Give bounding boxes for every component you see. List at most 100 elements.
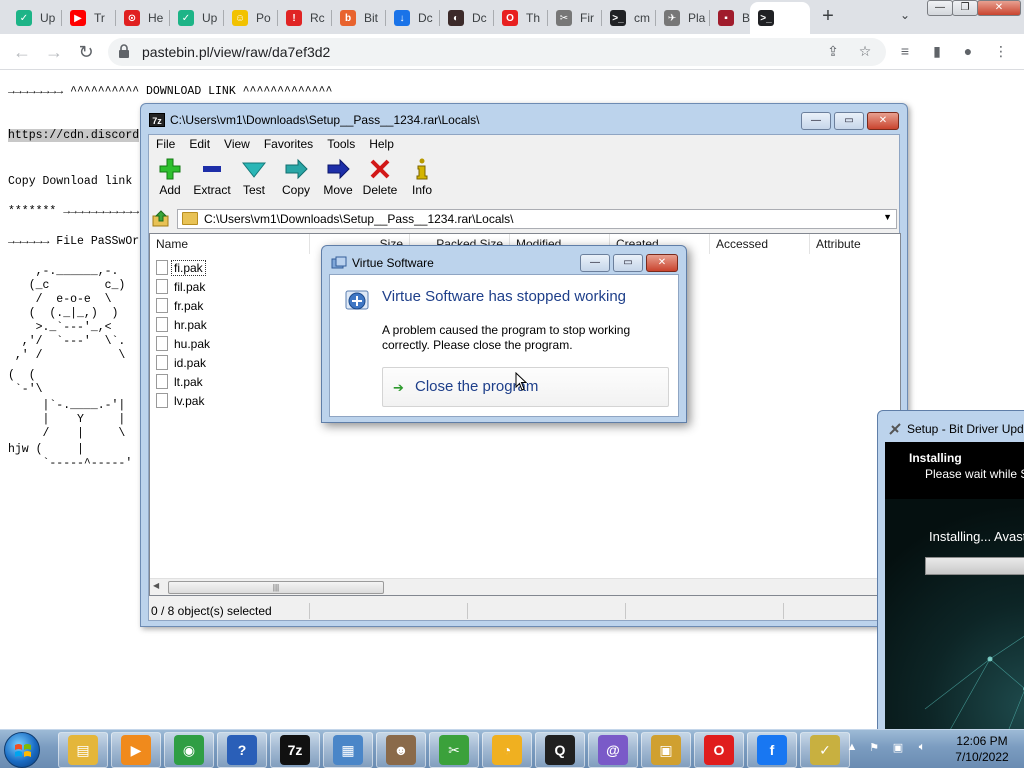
horizontal-scrollbar[interactable]: ◀ |||	[150, 578, 900, 595]
taskbar-button-chrome[interactable]: ◉	[164, 732, 214, 768]
browser-tab[interactable]: ✈ Pla	[656, 4, 708, 32]
more-menu-icon[interactable]: ⋮	[992, 43, 1010, 61]
setup-banner-title: Installing	[909, 451, 962, 465]
minimize-button[interactable]: —	[801, 112, 831, 130]
close-button[interactable]: ✕	[867, 112, 899, 130]
taskbar-button-setup[interactable]: ✓	[800, 732, 850, 768]
tab-favicon-icon: ↓	[394, 10, 410, 26]
taskbar-button-opera[interactable]: O	[694, 732, 744, 768]
column-header[interactable]: Name	[150, 234, 310, 254]
browser-tab[interactable]: ☺ Po	[224, 4, 276, 32]
file-icon	[156, 336, 168, 351]
file-row[interactable]: fil.pak	[156, 277, 207, 296]
tab-title: Up	[202, 11, 218, 25]
bookmark-star-icon[interactable]: ☆	[856, 43, 874, 61]
taskbar-button-explorer[interactable]: ▤	[58, 732, 108, 768]
file-name: fil.pak	[174, 279, 206, 294]
clock-date[interactable]: 7/10/2022	[942, 750, 1022, 764]
browser-tab[interactable]: ✂ Fir	[548, 4, 600, 32]
taskbar-button-archive[interactable]: ▣	[641, 732, 691, 768]
dialog-maximize-button[interactable]: ▭	[613, 254, 643, 272]
action-center-icon[interactable]: ⚑	[866, 741, 882, 757]
dialog-close-button[interactable]: ✕	[646, 254, 678, 272]
browser-tab[interactable]: ! Rc	[278, 4, 330, 32]
media-control-icon[interactable]: ≡	[896, 43, 914, 61]
add-button[interactable]: Add	[149, 157, 191, 201]
tab-search-button[interactable]: ⌄	[896, 8, 914, 26]
taskbar-button-facebook[interactable]: f	[747, 732, 797, 768]
network-icon[interactable]: ▣	[890, 741, 906, 757]
dropdown-arrow-icon[interactable]: ▼	[883, 212, 892, 222]
path-combobox[interactable]: C:\Users\vm1\Downloads\Setup__Pass__1234…	[177, 209, 897, 229]
copy-button[interactable]: Copy	[275, 157, 317, 201]
taskbar-button-tools[interactable]: ✂	[429, 732, 479, 768]
move-button[interactable]: Move	[317, 157, 359, 201]
menu-item[interactable]: Tools	[320, 135, 362, 155]
dialog-minimize-button[interactable]: —	[580, 254, 610, 272]
column-header[interactable]: Attribute	[810, 234, 900, 254]
window-minimize-button[interactable]: —	[927, 0, 953, 16]
menu-item[interactable]: Favorites	[257, 135, 320, 155]
menu-item[interactable]: Help	[362, 135, 401, 155]
file-row[interactable]: hr.pak	[156, 315, 209, 334]
column-header[interactable]: Accessed	[710, 234, 810, 254]
clock-time[interactable]: 12:06 PM	[942, 734, 1022, 748]
taskbar-button-bitwarden[interactable]: ◔	[482, 732, 532, 768]
delete-button[interactable]: Delete	[359, 157, 401, 201]
tab-title: Tr	[94, 11, 105, 25]
share-icon[interactable]: ⇪	[824, 43, 842, 61]
browser-tab[interactable]: ◐ Dc	[440, 4, 492, 32]
browser-tab[interactable]: ✓ Up	[170, 4, 222, 32]
browser-tab[interactable]: ⊙ He	[116, 4, 168, 32]
file-row[interactable]: fi.pak	[156, 258, 206, 277]
scroll-thumb[interactable]: |||	[168, 581, 384, 594]
url-text: pastebin.pl/view/raw/da7ef3d2	[142, 44, 331, 60]
taskbar-button-help[interactable]: ?	[217, 732, 267, 768]
taskbar-button-users[interactable]: ☻	[376, 732, 426, 768]
media-icon: ▶	[121, 735, 151, 765]
tab-favicon-icon: ▶	[70, 10, 86, 26]
browser-tab[interactable]: ▶ Tr	[62, 4, 114, 32]
volume-icon[interactable]: 🔈︎	[914, 741, 930, 757]
taskbar-button-q[interactable]: Q	[535, 732, 585, 768]
browser-tab[interactable]: ↓ Dc	[386, 4, 438, 32]
setup-window: Setup - Bit Driver Updater Installing Pl…	[877, 410, 1024, 735]
back-icon[interactable]: ←	[10, 40, 34, 64]
browser-tab[interactable]: b Bit	[332, 4, 384, 32]
opera-icon: O	[704, 735, 734, 765]
side-panel-icon[interactable]: ▮	[928, 43, 946, 61]
window-close-button[interactable]: ✕	[977, 0, 1021, 16]
taskbar-button-media[interactable]: ▶	[111, 732, 161, 768]
file-row[interactable]: fr.pak	[156, 296, 205, 315]
forward-icon[interactable]: →	[42, 40, 66, 64]
browser-tab[interactable]: >_	[750, 2, 810, 34]
file-row[interactable]: hu.pak	[156, 334, 212, 353]
browser-tab[interactable]: ✓ Up	[8, 4, 60, 32]
maximize-button[interactable]: ▭	[834, 112, 864, 130]
browser-tab[interactable]: O Th	[494, 4, 546, 32]
menu-item[interactable]: View	[217, 135, 257, 155]
file-row[interactable]: lv.pak	[156, 391, 206, 410]
extract-button[interactable]: Extract	[191, 157, 233, 201]
folder-up-icon[interactable]	[152, 210, 170, 228]
test-button[interactable]: Test	[233, 157, 275, 201]
scroll-left-icon[interactable]: ◀	[153, 581, 159, 590]
bitwarden-icon: ◔	[492, 735, 522, 765]
taskbar-button-7zip[interactable]: 7z	[270, 732, 320, 768]
info-button[interactable]: Info	[401, 157, 443, 201]
profile-avatar-icon[interactable]: ●	[959, 43, 977, 61]
reload-icon[interactable]: ↻	[74, 40, 98, 64]
new-tab-button[interactable]: +	[816, 4, 840, 28]
taskbar-button-control[interactable]: ▦	[323, 732, 373, 768]
window-restore-button[interactable]: ❐	[952, 0, 978, 16]
taskbar-button-mail[interactable]: @	[588, 732, 638, 768]
file-row[interactable]: lt.pak	[156, 372, 205, 391]
browser-tab[interactable]: >_ cm	[602, 4, 654, 32]
setup-icon: ✓	[810, 735, 840, 765]
dialog-heading: Virtue Software has stopped working	[382, 288, 627, 305]
menu-item[interactable]: File	[149, 135, 182, 155]
menu-item[interactable]: Edit	[182, 135, 217, 155]
file-row[interactable]: id.pak	[156, 353, 208, 372]
start-button[interactable]	[4, 732, 40, 768]
address-bar[interactable]: pastebin.pl/view/raw/da7ef3d2 ⇪ ☆	[108, 38, 886, 66]
